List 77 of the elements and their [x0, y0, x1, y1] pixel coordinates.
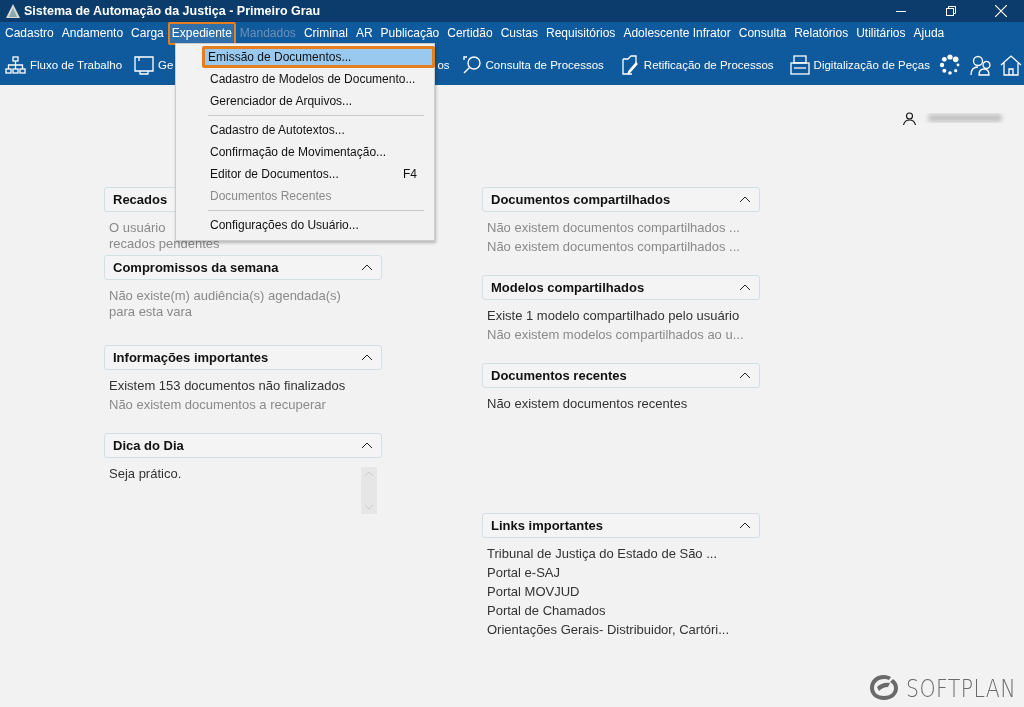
panel-title: Recados — [113, 192, 168, 207]
softplan-logo-icon — [867, 673, 900, 703]
panel-text: Não existem modelos compartilhados ao u... — [487, 327, 744, 343]
panel-text: Não existem documentos compartilhados ... — [487, 239, 740, 255]
restore-icon — [946, 6, 956, 16]
collapse-chevron-icon[interactable] — [739, 284, 751, 291]
board-icon — [134, 55, 155, 75]
panel-title: Informações importantes — [113, 350, 269, 365]
menu-item[interactable]: Gerenciador de Arquivos... — [177, 90, 433, 112]
menu-item[interactable]: Utilitários — [852, 22, 910, 45]
menu-item[interactable]: Confirmação de Movimentação... — [177, 141, 433, 163]
toolbar-button[interactable]: Digitalização de Peças — [789, 55, 930, 75]
menu-item[interactable]: Expediente — [167, 22, 236, 45]
panel-text: Não existem documentos a recuperar — [109, 397, 326, 413]
user-icon — [903, 111, 916, 125]
collapse-chevron-icon[interactable] — [361, 264, 373, 271]
toolbar-button[interactable]: Consulta de Processos — [461, 55, 604, 75]
panel-title: Modelos compartilhados — [491, 280, 645, 295]
menu-item[interactable]: Custas — [496, 22, 542, 45]
toolbar-button[interactable]: Retificação de Processos — [619, 55, 774, 75]
menu-item[interactable]: Criminal — [299, 22, 352, 45]
panel-title: Dica do Dia — [113, 438, 184, 453]
menu-item[interactable]: Publicação — [376, 22, 444, 45]
panel-text: Não existem documentos recentes — [487, 396, 688, 412]
link[interactable]: Orientações Gerais- Distribuidor, Cartóri... — [487, 622, 730, 638]
panel-title: Compromissos da semana — [113, 260, 279, 275]
panel-title: Documentos recentes — [491, 368, 627, 383]
home-icon[interactable] — [1000, 54, 1022, 76]
menu-item[interactable]: Editor de Documentos... F4 — [177, 163, 433, 185]
menu-item[interactable]: Carga — [127, 22, 168, 45]
logo-text: SOFTPLAN — [905, 673, 1016, 703]
menu-item[interactable]: Certidão — [443, 22, 497, 45]
users-icon[interactable] — [970, 54, 992, 76]
collapse-chevron-icon[interactable] — [361, 442, 373, 449]
panel-text: Existe 1 modelo compartilhado pelo usuário — [487, 308, 740, 324]
menu-item[interactable]: Configurações do Usuário... — [177, 214, 433, 236]
collapse-chevron-icon[interactable] — [739, 196, 751, 203]
menu-item[interactable]: AR — [351, 22, 377, 45]
app-logo-icon — [6, 4, 20, 18]
collapse-chevron-icon[interactable] — [739, 372, 751, 379]
link[interactable]: Portal e-SAJ — [487, 565, 560, 581]
menu-item[interactable]: Relatórios — [790, 22, 853, 45]
document-pen-icon — [619, 55, 640, 75]
panel-text: Seja prático. — [109, 466, 182, 482]
scanner-icon — [789, 55, 810, 75]
panel-text: O usuário — [109, 220, 166, 236]
menu-item[interactable]: Consulta — [734, 22, 791, 45]
loading-spinner-icon — [938, 53, 962, 77]
menu-item[interactable]: Andamento — [57, 22, 128, 45]
close-icon — [995, 5, 1007, 17]
menu-item[interactable]: Cadastro — [1, 22, 58, 45]
scrollbar[interactable] — [361, 467, 377, 514]
scroll-up-icon — [364, 471, 374, 477]
menu-item[interactable]: Cadastro de Modelos de Documento... — [177, 68, 433, 90]
panel-title: Documentos compartilhados — [491, 192, 671, 207]
collapse-chevron-icon[interactable] — [739, 522, 751, 529]
link[interactable]: Portal MOVJUD — [487, 584, 580, 600]
menu-item[interactable]: Emissão de Documentos... — [202, 46, 435, 68]
menu-item[interactable]: Requisitórios — [542, 22, 620, 45]
link[interactable]: Portal de Chamados — [487, 603, 606, 619]
panel-text: Existem 153 documentos não finalizados — [109, 378, 346, 394]
window-title: Sistema de Automação da Justiça - Primeiro Grau — [24, 4, 321, 18]
panel-text: Não existem documentos compartilhados ... — [487, 220, 740, 236]
link[interactable]: Tribunal de Justiça do Estado de São ... — [487, 546, 718, 562]
toolbar-button[interactable]: os — [437, 59, 450, 71]
panel-text: Não existe(m) audiência(s) agendada(s) para esta vara — [109, 288, 342, 320]
collapse-chevron-icon[interactable] — [361, 354, 373, 361]
menu-item[interactable]: Ajuda — [909, 22, 949, 45]
panel-text: recados pendentes — [109, 236, 220, 252]
hierarchy-icon — [5, 56, 26, 74]
menu-item[interactable]: Adolescente Infrator — [619, 22, 735, 45]
scroll-down-icon — [364, 504, 374, 510]
toolbar-button[interactable]: Fluxo de Trabalho — [5, 56, 123, 74]
panel-title: Links importantes — [491, 518, 603, 533]
toolbar-button[interactable]: Ge — [134, 55, 174, 75]
search-icon — [461, 55, 482, 75]
menu-item[interactable]: Cadastro de Autotextos... — [177, 119, 433, 141]
